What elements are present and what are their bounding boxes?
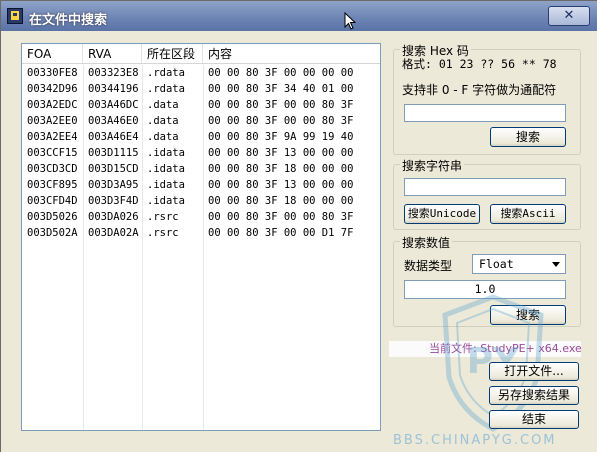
column-header-rva[interactable]: RVA xyxy=(83,44,142,63)
finish-button[interactable]: 结束 xyxy=(489,410,579,429)
table-cell: 00 00 80 3F 18 00 00 00 xyxy=(208,163,354,175)
table-cell: 00 00 80 3F 00 00 80 3F xyxy=(208,99,354,111)
table-cell: 003CD3CD xyxy=(27,163,78,175)
table-cell: 003CFD4D xyxy=(27,195,78,207)
table-body: 00330FE8 003323E8 .rdata 00 00 80 3F 00 00 … xyxy=(22,65,380,430)
table-row[interactable]: 003A2EE0 003A46E0 .data 00 00 80 3F 00 00 8… xyxy=(22,113,380,129)
hex-format-label: 格式: 01 23 ?? 56 ** 78 xyxy=(402,57,557,71)
table-row[interactable]: 003CFD4D 003D3F4D .idata 00 00 80 3F 18 00 … xyxy=(22,193,380,209)
table-cell: .idata xyxy=(147,195,185,207)
mouse-pointer-icon xyxy=(344,12,356,30)
table-cell: 003D5026 xyxy=(27,211,78,223)
table-cell: 00342D96 xyxy=(27,83,78,95)
table-row[interactable]: 003CCF15 003D1115 .idata 00 00 80 3F 13 00 … xyxy=(22,145,380,161)
table-cell: 003CF895 xyxy=(27,179,78,191)
table-row[interactable]: 003D502A 003DA02A .rsrc 00 00 80 3F 00 00 D… xyxy=(22,225,380,241)
search-ascii-button[interactable]: 搜索Ascii xyxy=(490,204,566,224)
table-row[interactable]: 003CD3CD 003D15CD .idata 00 00 80 3F 18 00 … xyxy=(22,161,380,177)
hex-search-group: 搜索 Hex 码 格式: 01 23 ?? 56 ** 78 支持非 0 - F… xyxy=(393,42,581,155)
table-cell: 003DA02A xyxy=(88,227,139,239)
data-type-select[interactable]: Float xyxy=(472,254,566,274)
table-cell: 00 00 80 3F 00 00 D1 7F xyxy=(208,227,354,239)
save-results-button[interactable]: 另存搜索结果 xyxy=(489,386,579,405)
window-title: 在文件中搜索 xyxy=(29,13,108,28)
table-cell: 00 00 80 3F 34 40 01 00 xyxy=(208,83,354,95)
table-cell: 00330FE8 xyxy=(27,67,78,79)
data-type-value: Float xyxy=(479,257,514,271)
table-cell: 003A2EE4 xyxy=(27,131,78,143)
open-file-button[interactable]: 打开文件... xyxy=(489,362,579,381)
table-cell: .rdata xyxy=(147,83,185,95)
column-header-foa[interactable]: FOA xyxy=(22,44,83,63)
table-cell: .rsrc xyxy=(147,211,179,223)
table-row[interactable]: 003A2EDC 003A46DC .data 00 00 80 3F 00 00 8… xyxy=(22,97,380,113)
table-cell: 003323E8 xyxy=(88,67,139,79)
data-type-label: 数据类型 xyxy=(404,259,453,273)
table-cell: 003D15CD xyxy=(88,163,139,175)
table-row[interactable]: 003D5026 003DA026 .rsrc 00 00 80 3F 00 00 8… xyxy=(22,209,380,225)
table-row[interactable]: 003A2EE4 003A46E4 .data 00 00 80 3F 9A 99 1… xyxy=(22,129,380,145)
table-cell: 00 00 80 3F 00 00 80 3F xyxy=(208,115,354,127)
table-cell: 00344196 xyxy=(88,83,139,95)
table-cell: 003DA026 xyxy=(88,211,139,223)
table-cell: .rsrc xyxy=(147,227,179,239)
table-row[interactable]: 00342D96 00344196 .rdata 00 00 80 3F 34 40 … xyxy=(22,81,380,97)
hex-search-button[interactable]: 搜索 xyxy=(490,127,566,147)
table-cell: 003A2EE0 xyxy=(27,115,78,127)
table-header: FOA RVA 所在区段 内容 xyxy=(22,44,380,64)
table-cell: .data xyxy=(147,115,179,127)
table-cell: 003D3A95 xyxy=(88,179,139,191)
table-cell: 003A2EDC xyxy=(27,99,78,111)
close-button[interactable]: ✕ xyxy=(548,6,590,26)
string-search-group: 搜索字符串 搜索Unicode 搜索Ascii xyxy=(393,157,581,230)
title-bar[interactable]: 在文件中搜索 ✕ xyxy=(1,1,597,31)
value-search-title: 搜索数值 xyxy=(400,234,453,251)
table-cell: 003D3F4D xyxy=(88,195,139,207)
table-row[interactable]: 00330FE8 003323E8 .rdata 00 00 80 3F 00 00 … xyxy=(22,65,380,81)
table-row[interactable]: 003CF895 003D3A95 .idata 00 00 80 3F 13 00 … xyxy=(22,177,380,193)
table-cell: 003A46E0 xyxy=(88,115,139,127)
column-header-section[interactable]: 所在区段 xyxy=(142,44,203,63)
table-cell: .data xyxy=(147,99,179,111)
client-area: FOA RVA 所在区段 内容 00330FE8 003323E8 .rdata 00… xyxy=(1,31,597,452)
search-unicode-button[interactable]: 搜索Unicode xyxy=(404,204,480,224)
table-cell: .idata xyxy=(147,163,185,175)
table-cell: 003A46E4 xyxy=(88,131,139,143)
table-cell: 00 00 80 3F 13 00 00 00 xyxy=(208,147,354,159)
table-cell: .data xyxy=(147,131,179,143)
string-search-title: 搜索字符串 xyxy=(400,157,465,174)
table-cell: 003CCF15 xyxy=(27,147,78,159)
table-cell: .idata xyxy=(147,147,185,159)
hex-search-input[interactable] xyxy=(404,104,566,122)
results-table[interactable]: FOA RVA 所在区段 内容 00330FE8 003323E8 .rdata 00… xyxy=(21,43,381,431)
chevron-down-icon xyxy=(552,262,560,267)
table-cell: 00 00 80 3F 9A 99 19 40 xyxy=(208,131,354,143)
table-cell: 00 00 80 3F 13 00 00 00 xyxy=(208,179,354,191)
table-cell: 003D502A xyxy=(27,227,78,239)
search-in-file-window: 在文件中搜索 ✕ FOA RVA 所在区段 内容 00330FE8 003323E… xyxy=(0,0,597,452)
column-header-content[interactable]: 内容 xyxy=(203,44,380,63)
table-cell: 00 00 80 3F 00 00 80 3F xyxy=(208,211,354,223)
table-cell: .rdata xyxy=(147,67,185,79)
table-cell: .idata xyxy=(147,179,185,191)
table-cell: 00 00 80 3F 00 00 00 00 xyxy=(208,67,354,79)
wildcard-hint-label: 支持非 0 - F 字符做为通配符 xyxy=(402,83,557,97)
table-cell: 003A46DC xyxy=(88,99,139,111)
table-cell: 00 00 80 3F 18 00 00 00 xyxy=(208,195,354,207)
watermark-text: BBS.CHINAPYG.COM xyxy=(393,433,557,448)
table-cell: 003D1115 xyxy=(88,147,139,159)
app-icon xyxy=(7,8,23,24)
string-search-input[interactable] xyxy=(404,178,566,196)
